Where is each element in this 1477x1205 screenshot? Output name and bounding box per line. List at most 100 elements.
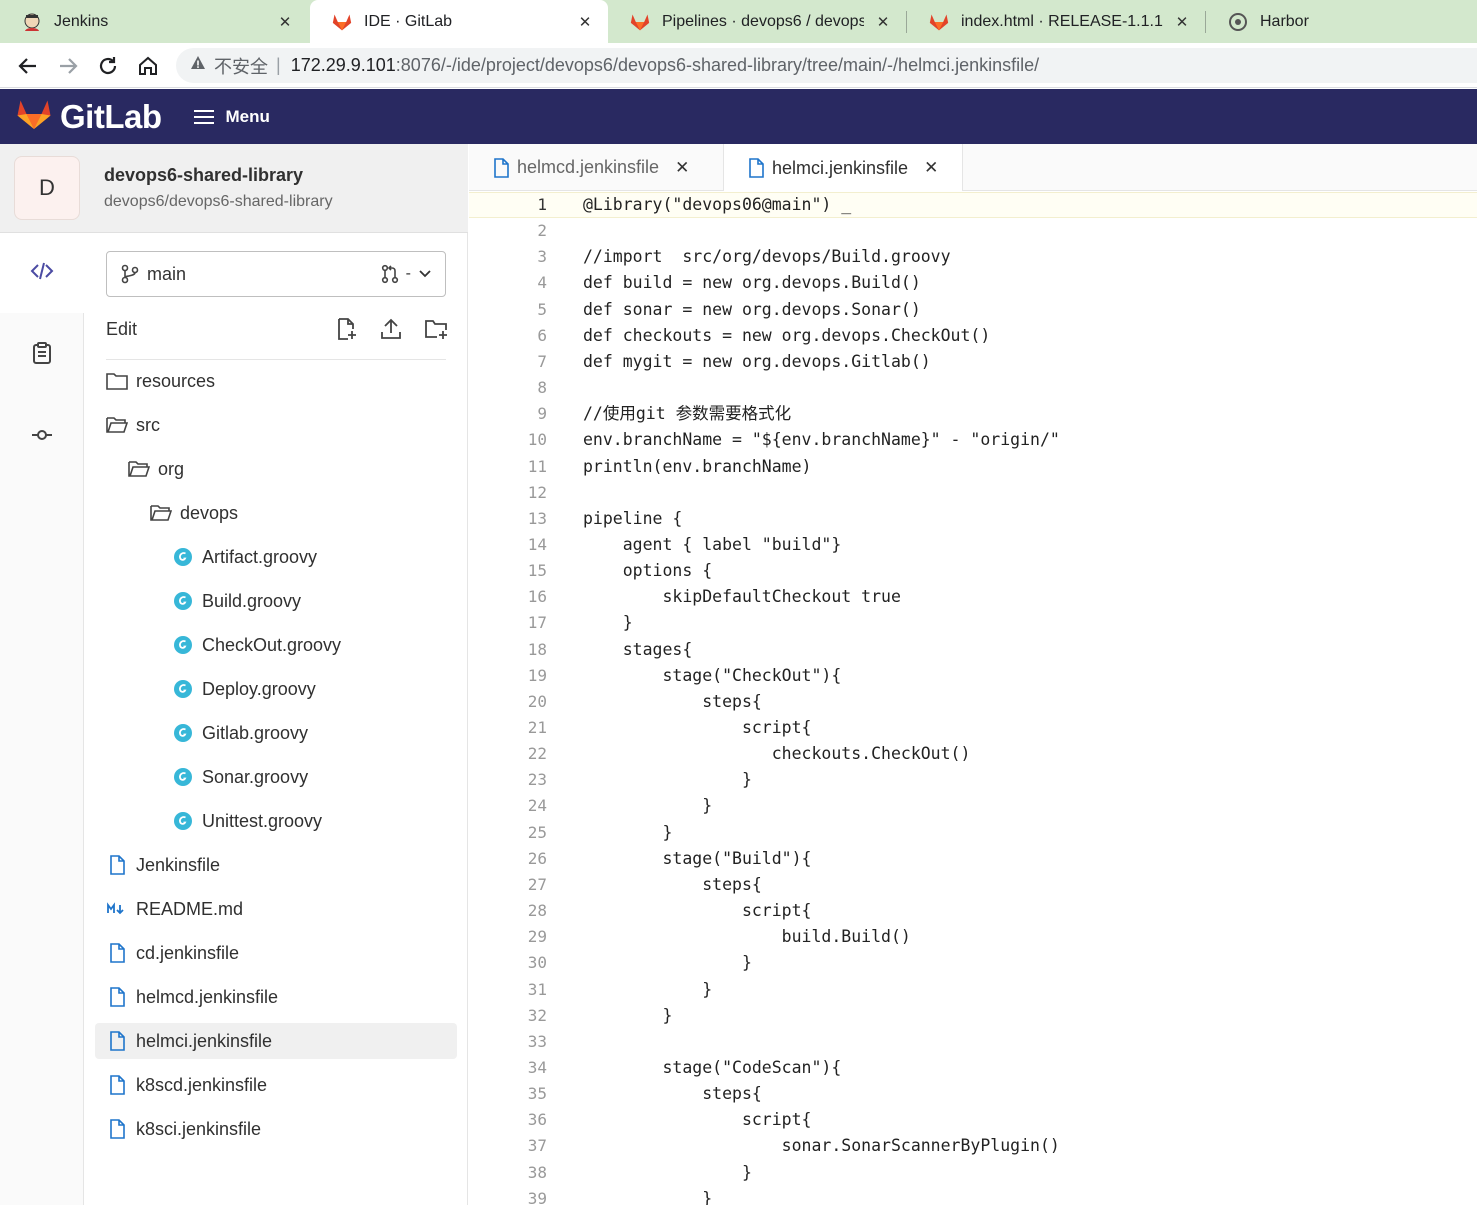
code-line[interactable]: } (583, 950, 752, 976)
project-avatar[interactable]: D (14, 156, 80, 220)
tree-file[interactable]: cd.jenkinsfile (106, 935, 239, 971)
menu-button[interactable]: Menu (193, 106, 270, 128)
branch-selector[interactable]: main - (106, 251, 446, 297)
code-line[interactable]: steps{ (583, 1081, 762, 1107)
code-line[interactable]: build.Build() (583, 924, 911, 950)
tree-item-label: Build.groovy (202, 590, 302, 611)
back-icon[interactable] (16, 54, 40, 78)
upload-icon[interactable] (380, 317, 402, 341)
edit-mode-button[interactable] (0, 233, 84, 313)
code-line[interactable]: sonar.SonarScannerByPlugin() (583, 1133, 1060, 1159)
project-name[interactable]: devops6-shared-library (104, 165, 303, 186)
code-line[interactable]: script{ (583, 1107, 812, 1133)
browser-tab-harbor[interactable]: Harbor (1206, 0, 1477, 43)
merge-request-selector[interactable]: - (380, 264, 431, 284)
tree-file[interactable]: CheckOut.groovy (172, 627, 341, 663)
code-line[interactable]: println(env.branchName) (583, 454, 811, 480)
code-line[interactable]: def sonar = new org.devops.Sonar() (583, 297, 921, 323)
url-host: 172.29.9.101 (290, 55, 396, 75)
code-line[interactable]: stage("CodeScan"){ (583, 1055, 841, 1081)
code-line[interactable]: } (583, 820, 672, 846)
code-line[interactable]: @Library("devops06@main") _ (583, 192, 851, 218)
code-line[interactable]: checkouts.CheckOut() (583, 741, 971, 767)
commit-mode-button[interactable] (0, 397, 84, 477)
tree-file[interactable]: Jenkinsfile (106, 847, 220, 883)
code-line[interactable]: //使用git 参数需要格式化 (583, 401, 791, 427)
gitlab-home-link[interactable]: GitLab (16, 97, 162, 136)
code-line[interactable]: script{ (583, 898, 812, 924)
code-line[interactable]: agent { label "build"} (583, 532, 842, 558)
tree-file[interactable]: Artifact.groovy (172, 539, 317, 575)
code-line[interactable]: //import src/org/devops/Build.groovy (583, 244, 951, 270)
code-line[interactable]: } (583, 1003, 672, 1029)
commit-icon (30, 423, 54, 452)
tree-folder[interactable]: src (106, 407, 160, 443)
close-tab-icon[interactable]: ✕ (1173, 13, 1191, 31)
line-number: 22 (527, 744, 547, 764)
code-line[interactable]: env.branchName = "${env.branchName}" - "… (583, 427, 1060, 453)
gitlab-logo-icon (16, 97, 52, 136)
new-file-icon[interactable] (336, 317, 358, 341)
line-number: 21 (527, 718, 547, 737)
line-number: 13 (527, 508, 547, 528)
project-path: devops6/devops6-shared-library (104, 193, 333, 210)
tree-file[interactable]: Sonar.groovy (172, 759, 308, 795)
line-number: 12 (527, 482, 547, 502)
tree-folder[interactable]: org (128, 451, 184, 487)
tree-file[interactable]: k8scd.jenkinsfile (106, 1067, 267, 1103)
code-line[interactable]: steps{ (583, 872, 762, 898)
code-line[interactable]: skipDefaultCheckout true (583, 584, 900, 610)
tab-title: IDE · GitLab (364, 12, 453, 30)
code-line[interactable]: def checkouts = new org.devops.CheckOut(… (583, 323, 990, 349)
code-line[interactable]: pipeline { (583, 506, 682, 532)
tree-folder[interactable]: devops (150, 495, 238, 531)
editor-tab-helmci[interactable]: helmci.jenkinsfile ✕ (723, 144, 964, 192)
code-line[interactable]: options { (583, 558, 712, 584)
close-icon[interactable]: ✕ (924, 158, 938, 178)
browser-tab-pipelines[interactable]: Pipelines · devops6 / devops6 ✕ (608, 0, 906, 43)
code-line[interactable]: stage("Build"){ (583, 846, 811, 872)
code-line[interactable]: script{ (583, 715, 812, 741)
address-bar[interactable]: 不安全 | 172.29.9.101:8076/-/ide/project/de… (176, 48, 1477, 83)
code-line[interactable]: } (583, 1160, 752, 1186)
review-mode-button[interactable] (0, 315, 84, 395)
tree-file[interactable]: Build.groovy (172, 583, 301, 619)
tree-file[interactable]: Gitlab.groovy (172, 715, 308, 751)
tree-file[interactable]: Unittest.groovy (172, 803, 322, 839)
code-line[interactable]: def mygit = new org.devops.Gitlab() (583, 349, 931, 375)
code-line[interactable]: def build = new org.devops.Build() (583, 270, 921, 296)
browser-tab-jenkins[interactable]: Jenkins ✕ (0, 0, 308, 43)
tree-file[interactable]: helmcd.jenkinsfile (106, 979, 278, 1015)
forward-icon[interactable] (56, 54, 80, 78)
tree-file[interactable]: helmci.jenkinsfile (95, 1023, 457, 1059)
editor-tab-helmcd[interactable]: helmcd.jenkinsfile ✕ (469, 144, 713, 191)
file-icon (106, 942, 128, 964)
code-line[interactable]: } (583, 610, 633, 636)
code-line[interactable]: } (583, 1186, 712, 1205)
close-icon[interactable]: ✕ (675, 158, 689, 178)
code-editor[interactable]: 1 @Library("devops06@main") _ 2 3//import s… (469, 191, 1477, 1205)
close-tab-icon[interactable]: ✕ (874, 13, 892, 31)
line-number: 19 (527, 665, 547, 685)
tree-file[interactable]: k8sci.jenkinsfile (106, 1111, 261, 1147)
browser-tab-index-html[interactable]: index.html · RELEASE-1.1.1 · de ✕ (907, 0, 1205, 43)
line-number: 2 (537, 221, 547, 241)
tree-file[interactable]: README.md (106, 891, 243, 927)
tree-item-label: helmcd.jenkinsfile (136, 986, 279, 1007)
close-tab-icon[interactable]: ✕ (276, 13, 294, 31)
code-line[interactable]: stage("CheckOut"){ (583, 663, 841, 689)
close-tab-icon[interactable]: ✕ (576, 13, 594, 31)
home-icon[interactable] (136, 54, 160, 78)
code-line[interactable]: steps{ (583, 689, 762, 715)
code-line[interactable]: } (583, 767, 752, 793)
code-line[interactable]: } (583, 793, 712, 819)
edit-label: Edit (106, 319, 138, 339)
browser-tab-ide-gitlab[interactable]: IDE · GitLab ✕ (310, 0, 608, 43)
tree-folder[interactable]: resources (106, 363, 215, 399)
tree-item-label: Gitlab.groovy (202, 722, 309, 743)
tree-file[interactable]: Deploy.groovy (172, 671, 316, 707)
code-line[interactable]: stages{ (583, 637, 693, 663)
code-line[interactable]: } (583, 977, 712, 1003)
new-folder-icon[interactable] (424, 317, 448, 341)
reload-icon[interactable] (96, 54, 120, 78)
